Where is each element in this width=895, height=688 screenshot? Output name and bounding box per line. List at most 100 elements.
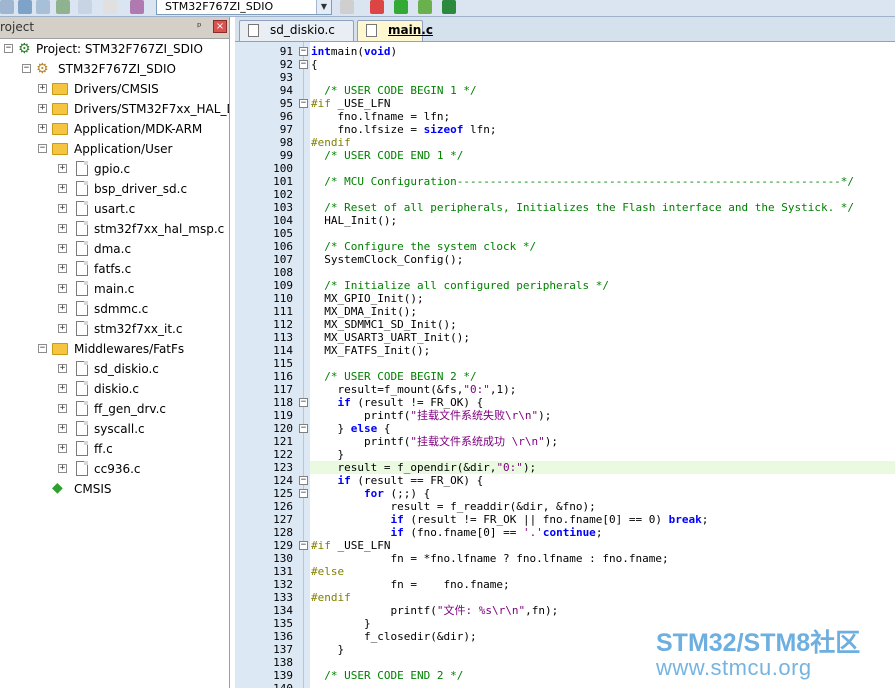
expand-icon[interactable]: + (58, 424, 67, 433)
fold-toggle-icon[interactable]: − (299, 489, 308, 498)
code-line[interactable]: 100 (235, 162, 895, 175)
tree-item[interactable]: − ⚙ STM32F767ZI_SDIO (0, 59, 229, 79)
expand-icon[interactable]: + (58, 444, 67, 453)
code-line[interactable]: 95− #if _USE_LFN (235, 97, 895, 110)
expand-icon[interactable]: + (58, 324, 67, 333)
code-line[interactable]: 103 /* Reset of all peripherals, Initial… (235, 201, 895, 214)
tree-item[interactable]: + Application/MDK-ARM (0, 119, 229, 139)
fold-toggle-icon[interactable]: − (299, 47, 308, 56)
tree-item[interactable]: + main.c (0, 279, 229, 299)
code-line[interactable]: 125− for (;;) { (235, 487, 895, 500)
collapse-icon[interactable]: − (38, 144, 47, 153)
expand-icon[interactable]: + (58, 184, 67, 193)
tree-item[interactable]: + sdmmc.c (0, 299, 229, 319)
collapse-icon[interactable]: − (22, 64, 31, 73)
code-line[interactable]: 107 SystemClock_Config(); (235, 253, 895, 266)
tree-item[interactable]: + dma.c (0, 239, 229, 259)
grid-icon[interactable] (36, 0, 50, 14)
expand-icon[interactable]: + (58, 404, 67, 413)
target-select[interactable]: STM32F767ZI_SDIO ▼ (156, 0, 332, 15)
copy-icon[interactable] (370, 0, 384, 14)
code-line[interactable]: 140 (235, 682, 895, 688)
code-line[interactable]: 110 MX_GPIO_Init(); (235, 292, 895, 305)
fold-toggle-icon[interactable]: − (299, 476, 308, 485)
current-code-line[interactable]: 123 result = f_opendir(&dir,"0:"); (273, 461, 895, 474)
wrench-icon[interactable] (130, 0, 144, 14)
stack-icon[interactable] (18, 0, 32, 14)
code-line[interactable]: 108 (235, 266, 895, 279)
tree-item[interactable]: + ff_gen_drv.c (0, 399, 229, 419)
code-line[interactable]: 117 result=f_mount(&fs,"0:",1); (235, 383, 895, 396)
code-line[interactable]: 120− } else { (235, 422, 895, 435)
stack2-icon[interactable] (56, 0, 70, 14)
expand-icon[interactable]: + (38, 124, 47, 133)
tree-item[interactable]: − Middlewares/FatFs (0, 339, 229, 359)
code-line[interactable]: 113 MX_USART3_UART_Init(); (235, 331, 895, 344)
code-line[interactable]: 124− if (result == FR_OK) { (235, 474, 895, 487)
code-line[interactable]: 128 if (fno.fname[0] == '.'continue; (235, 526, 895, 539)
code-line[interactable]: 112 MX_SDMMC1_SD_Init(); (235, 318, 895, 331)
code-line[interactable]: 106 /* Configure the system clock */ (235, 240, 895, 253)
chevron-down-icon[interactable]: ▼ (316, 0, 331, 14)
expand-icon[interactable]: + (58, 224, 67, 233)
tree-item[interactable]: + usart.c (0, 199, 229, 219)
code-line[interactable]: 127 if (result != FR_OK || fno.fname[0] … (235, 513, 895, 526)
expand-icon[interactable]: + (38, 84, 47, 93)
tree-item[interactable]: + cc936.c (0, 459, 229, 479)
tree-item[interactable]: − ⚙ Project: STM32F767ZI_SDIO (0, 39, 229, 59)
tree-item[interactable]: + syscall.c (0, 419, 229, 439)
debug-icon[interactable] (418, 0, 432, 14)
fold-toggle-icon[interactable]: − (299, 424, 308, 433)
tree-item[interactable]: + sd_diskio.c (0, 359, 229, 379)
expand-icon[interactable]: + (58, 264, 67, 273)
tree-item[interactable]: − Application/User (0, 139, 229, 159)
tree-item[interactable]: + stm32f7xx_hal_msp.c (0, 219, 229, 239)
code-line[interactable]: 134 printf("文件: %s\r\n",fn); (235, 604, 895, 617)
tree-item[interactable]: + bsp_driver_sd.c (0, 179, 229, 199)
code-line[interactable]: 116 /* USER CODE BEGIN 2 */ (235, 370, 895, 383)
fold-toggle-icon[interactable]: − (299, 541, 308, 550)
fold-toggle-icon[interactable]: − (299, 60, 308, 69)
collapse-icon[interactable]: − (38, 344, 47, 353)
tree-item[interactable]: + fatfs.c (0, 259, 229, 279)
code-line[interactable]: 93 (235, 71, 895, 84)
expand-icon[interactable]: + (58, 384, 67, 393)
code-line[interactable]: 130 fn = *fno.lfname ? fno.lfname : fno.… (235, 552, 895, 565)
code-line[interactable]: 115 (235, 357, 895, 370)
code-line[interactable]: 126 result = f_readdir(&dir, &fno); (235, 500, 895, 513)
code-line[interactable]: 118− if (result != FR_OK) { (235, 396, 895, 409)
code-line[interactable]: 132 fn = fno.fname; (235, 578, 895, 591)
code-line[interactable]: 104 HAL_Init(); (235, 214, 895, 227)
code-line[interactable]: 101 /* MCU Configuration----------------… (235, 175, 895, 188)
code-line[interactable]: 91− intmain(void) (235, 45, 895, 58)
code-line[interactable]: 97 fno.lfsize = sizeof lfn; (235, 123, 895, 136)
code-line[interactable]: 119 printf("挂载文件系统失败\r\n"); (235, 409, 895, 422)
tree-item[interactable]: + stm32f7xx_it.c (0, 319, 229, 339)
code-line[interactable]: 105 (235, 227, 895, 240)
layers-icon[interactable] (0, 0, 14, 14)
expand-icon[interactable]: + (38, 104, 47, 113)
expand-icon[interactable]: + (58, 164, 67, 173)
code-line[interactable]: 109 /* Initialize all configured periphe… (235, 279, 895, 292)
expand-icon[interactable]: + (58, 364, 67, 373)
window-icon[interactable] (78, 0, 92, 14)
code-line[interactable]: 96 fno.lfname = lfn; (235, 110, 895, 123)
expand-icon[interactable]: + (58, 204, 67, 213)
tree-item[interactable]: + Drivers/STM32F7xx_HAL_Driv (0, 99, 229, 119)
code-line[interactable]: 111 MX_DMA_Init(); (235, 305, 895, 318)
pin-icon[interactable]: ᵖ (197, 20, 202, 33)
tree-item[interactable]: + ff.c (0, 439, 229, 459)
code-line[interactable]: 92−{ (235, 58, 895, 71)
code-line[interactable]: 121 printf("挂载文件系统成功 \r\n"); (235, 435, 895, 448)
collapse-icon[interactable]: − (4, 44, 13, 53)
pack-installer-icon[interactable] (340, 0, 354, 14)
code-line[interactable]: 94 /* USER CODE BEGIN 1 */ (235, 84, 895, 97)
code-line[interactable]: 129− #if _USE_LFN (235, 539, 895, 552)
tree-item[interactable]: ◆ CMSIS (0, 479, 229, 499)
code-line[interactable]: 122 } (235, 448, 895, 461)
code-line[interactable]: 98 #endif (235, 136, 895, 149)
tab-main[interactable]: main.c (357, 20, 433, 41)
expand-icon[interactable]: + (58, 284, 67, 293)
expand-icon[interactable]: + (58, 304, 67, 313)
download-icon[interactable] (442, 0, 456, 14)
